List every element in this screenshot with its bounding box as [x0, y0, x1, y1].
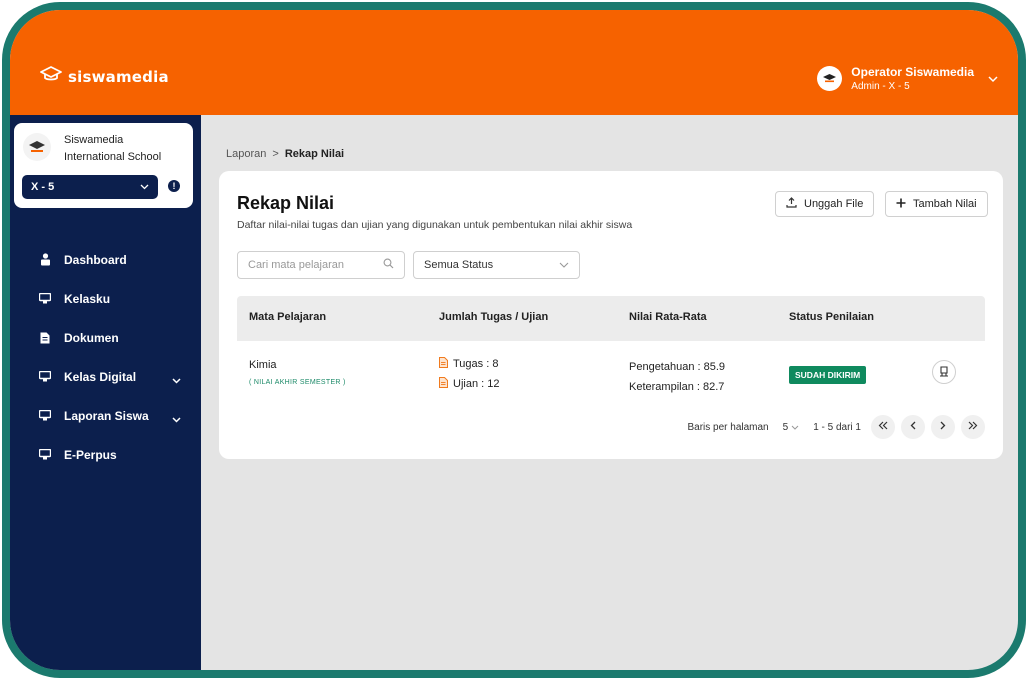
page-title: Rekap Nilai: [237, 193, 335, 213]
status-filter-value: Semua Status: [424, 259, 494, 271]
monitor-icon: [38, 293, 52, 304]
chevron-down-icon: [791, 422, 799, 433]
double-chevron-left-icon: [878, 421, 888, 433]
sidebar-item-label: Dashboard: [64, 252, 127, 267]
chevron-left-icon: [910, 421, 916, 433]
exam-count: Ujian : 12: [453, 378, 500, 390]
monitor-icon: [38, 371, 52, 382]
task-count: Tugas : 8: [453, 358, 499, 370]
knowledge-score: Pengetahuan : 85.9: [629, 361, 726, 373]
top-bar: siswamedia Operator Siswamedia Admin - X…: [10, 10, 1018, 115]
user-menu[interactable]: Operator Siswamedia Admin - X - 5: [817, 65, 998, 92]
sidebar-item-dashboard[interactable]: Dashboard: [10, 240, 201, 279]
breadcrumb-separator: >: [272, 148, 279, 160]
status-filter-select[interactable]: Semua Status: [413, 251, 580, 279]
double-chevron-right-icon: [968, 421, 978, 433]
graduation-cap-icon: [40, 66, 62, 87]
sidebar-nav: Dashboard Kelasku Dokumen Kelas Digital: [10, 240, 201, 474]
sidebar-item-label: Dokumen: [64, 330, 119, 345]
breadcrumb-current: Rekap Nilai: [284, 148, 345, 160]
task-count-group: Tugas : 8 Ujian : 12: [439, 354, 499, 394]
breadcrumb-parent[interactable]: Laporan: [226, 148, 266, 160]
brand-logo[interactable]: siswamedia: [40, 66, 169, 87]
school-card: Siswamedia International School X - 5 !: [14, 123, 193, 208]
chevron-down-icon: [140, 181, 149, 193]
row-detail-button[interactable]: [932, 360, 956, 384]
document-icon: [38, 332, 52, 344]
class-select-value: X - 5: [31, 181, 55, 193]
column-header: Status Penilaian: [789, 311, 874, 323]
last-page-button[interactable]: [961, 415, 985, 439]
school-logo: [23, 133, 51, 161]
sidebar-item-kelas-digital[interactable]: Kelas Digital: [10, 357, 201, 396]
prev-page-button[interactable]: [901, 415, 925, 439]
sidebar-item-label: Laporan Siswa: [64, 408, 149, 423]
column-header: Mata Pelajaran: [249, 311, 327, 323]
user-name: Operator Siswamedia: [851, 65, 974, 79]
document-icon: [439, 377, 448, 391]
table-header: Mata Pelajaran Jumlah Tugas / Ujian Nila…: [237, 296, 985, 341]
sidebar-item-dokumen[interactable]: Dokumen: [10, 318, 201, 357]
document-icon: [439, 357, 448, 371]
rows-per-page-value: 5: [782, 421, 789, 433]
info-icon[interactable]: !: [168, 180, 180, 192]
class-select[interactable]: X - 5: [22, 175, 158, 199]
pagination: Baris per halaman 5 1 - 5 dari 1: [687, 415, 985, 439]
plus-icon: [896, 198, 906, 211]
chevron-right-icon: [940, 421, 946, 433]
upload-file-button[interactable]: Unggah File: [775, 191, 875, 217]
status-badge: SUDAH DIKIRIM: [789, 366, 867, 384]
main-content: Laporan > Rekap Nilai Rekap Nilai Daftar…: [201, 115, 1018, 670]
rows-per-page-label: Baris per halaman: [687, 421, 769, 433]
column-header: Jumlah Tugas / Ujian: [439, 311, 549, 323]
average-group: Pengetahuan : 85.9 Keterampilan : 82.7: [629, 357, 725, 397]
search-icon[interactable]: [383, 256, 394, 274]
sidebar-item-laporan-siswa[interactable]: Laporan Siswa: [10, 396, 201, 435]
breadcrumb: Laporan > Rekap Nilai: [226, 148, 344, 160]
page-subtitle: Daftar nilai-nilai tugas dan ujian yang …: [237, 219, 633, 231]
school-name: Siswamedia International School: [64, 134, 162, 163]
table-row: Kimia ( NILAI AKHIR SEMESTER ) Tugas : 8…: [237, 341, 985, 407]
avatar: [817, 66, 843, 91]
search-box: [237, 251, 405, 279]
monitor-icon: [38, 410, 52, 421]
chevron-down-icon[interactable]: [172, 410, 181, 428]
rekap-card: Rekap Nilai Daftar nilai-nilai tugas dan…: [219, 171, 1003, 459]
chevron-down-icon[interactable]: [988, 70, 998, 88]
monitor-icon: [38, 449, 52, 460]
first-page-button[interactable]: [871, 415, 895, 439]
app-frame: siswamedia Operator Siswamedia Admin - X…: [2, 2, 1026, 678]
rows-per-page-select[interactable]: 5: [783, 422, 800, 433]
sidebar-item-label: Kelasku: [64, 291, 111, 306]
add-grade-button[interactable]: Tambah Nilai: [885, 191, 988, 217]
column-header: Nilai Rata-Rata: [629, 311, 707, 323]
upload-icon: [786, 197, 797, 211]
user-icon: [38, 253, 52, 266]
sidebar-item-label: Kelas Digital: [64, 369, 137, 384]
bookmark-icon: [939, 365, 949, 380]
sidebar-item-kelasku[interactable]: Kelasku: [10, 279, 201, 318]
page-range: 1 - 5 dari 1: [813, 421, 861, 433]
sidebar: Siswamedia International School X - 5 ! …: [10, 115, 201, 670]
upload-file-label: Unggah File: [804, 198, 864, 210]
subject-tag: ( NILAI AKHIR SEMESTER ): [249, 379, 346, 386]
sidebar-item-e-perpus[interactable]: E-Perpus: [10, 435, 201, 474]
user-role: Admin - X - 5: [851, 81, 910, 92]
sidebar-item-label: E-Perpus: [64, 447, 117, 462]
search-input[interactable]: [248, 259, 368, 271]
skill-score: Keterampilan : 82.7: [629, 381, 725, 393]
next-page-button[interactable]: [931, 415, 955, 439]
chevron-down-icon[interactable]: [172, 371, 181, 389]
add-grade-label: Tambah Nilai: [913, 198, 977, 210]
subject-name: Kimia: [249, 359, 277, 371]
brand-name: siswamedia: [68, 67, 169, 86]
chevron-down-icon: [559, 259, 569, 271]
